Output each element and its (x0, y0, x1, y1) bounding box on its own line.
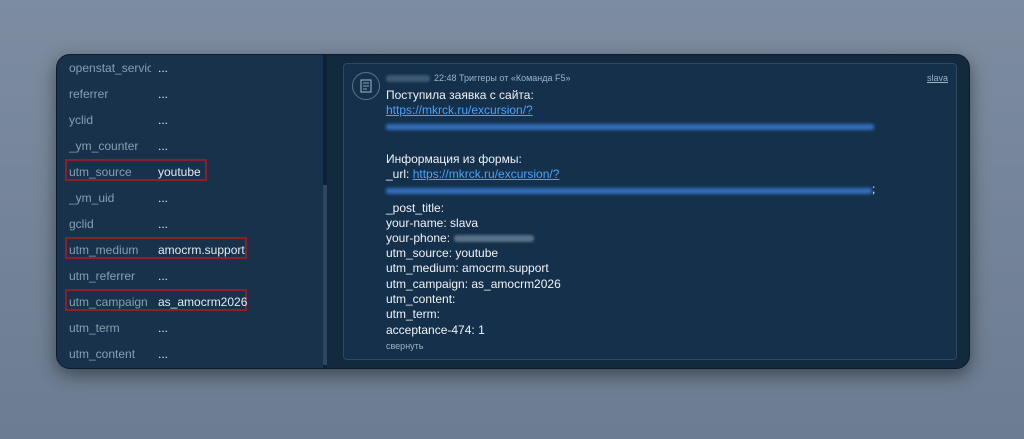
message-header: 22:48 Триггеры от «Команда F5» (434, 73, 571, 83)
field-value[interactable]: ... (158, 135, 168, 157)
message-card: 22:48 Триггеры от «Команда F5» slava Пос… (343, 63, 957, 360)
intro-line: Поступила заявка с сайта: (386, 88, 534, 102)
field-value[interactable]: ... (158, 213, 168, 235)
utm-medium-line: utm_medium: amocrm.support (386, 261, 549, 275)
field-name: utm_referrer (69, 269, 136, 283)
field-name: _ym_uid (69, 191, 115, 205)
field-row[interactable]: utm_referrer ... (69, 265, 319, 289)
field-name: gclid (69, 217, 94, 231)
lead-window: openstat_servic ... referrer ... yclid .… (56, 54, 970, 369)
collapse-link[interactable]: свернуть (386, 341, 423, 351)
message-meta: 22:48 Триггеры от «Команда F5» (386, 72, 571, 84)
field-row[interactable]: yclid ... (69, 109, 319, 133)
field-row[interactable]: _ym_counter ... (69, 135, 319, 159)
field-row-utm-medium[interactable]: utm_medium amocrm.support (65, 237, 319, 263)
field-row[interactable]: referrer ... (69, 83, 319, 107)
field-value[interactable]: ... (158, 265, 168, 287)
post-title-line: _post_title: (386, 201, 445, 215)
document-icon (352, 72, 380, 100)
redacted-phone (454, 235, 535, 243)
utm-campaign-line: utm_campaign: as_amocrm2026 (386, 277, 561, 291)
your-phone-label: your-phone: (386, 231, 451, 245)
field-value[interactable]: youtube (158, 161, 201, 183)
field-name: openstat_servic (69, 61, 151, 75)
url-label: _url: (386, 167, 413, 181)
field-name: _ym_counter (69, 139, 139, 153)
url-line: _url: https://mkrck.ru/excursion/? (386, 167, 559, 182)
redacted-date (386, 75, 430, 83)
field-row[interactable]: gclid ... (69, 213, 319, 237)
field-name: utm_source (69, 165, 132, 179)
field-value[interactable]: amocrm.support (158, 239, 245, 261)
lead-fields-panel: openstat_servic ... referrer ... yclid .… (57, 55, 323, 368)
field-row[interactable]: _ym_uid ... (69, 187, 319, 211)
field-row-utm-source[interactable]: utm_source youtube (65, 159, 319, 185)
form-heading: Информация из формы: (386, 152, 522, 166)
your-phone-line: your-phone: (386, 231, 535, 246)
field-value[interactable]: as_amocrm2026 (158, 291, 247, 313)
redacted-link (386, 124, 874, 130)
field-row[interactable]: utm_term ... (69, 317, 319, 341)
field-name: utm_term (69, 321, 120, 335)
author-link[interactable]: slava (927, 72, 948, 84)
field-row[interactable]: openstat_servic ... (69, 57, 319, 81)
field-name: utm_campaign (69, 295, 148, 309)
field-name: yclid (69, 113, 94, 127)
field-value[interactable]: ... (158, 109, 168, 131)
site-link[interactable]: https://mkrck.ru/excursion/? (386, 103, 533, 118)
utm-content-line: utm_content: (386, 292, 456, 306)
field-value[interactable]: ... (158, 343, 168, 365)
form-url-link[interactable]: https://mkrck.ru/excursion/? (413, 167, 560, 181)
field-row[interactable]: utm_content ... (69, 343, 319, 367)
your-name-line: your-name: slava (386, 216, 479, 230)
field-value[interactable]: ... (158, 187, 168, 209)
link-suffix: ; (872, 182, 876, 196)
feed-panel: 22:48 Триггеры от «Команда F5» slava Пос… (327, 55, 969, 368)
field-value[interactable]: ... (158, 83, 168, 105)
field-name: utm_content (69, 347, 136, 361)
redacted-link (386, 188, 872, 194)
field-name: referrer (69, 87, 109, 101)
field-name: utm_medium (69, 243, 139, 257)
field-value[interactable]: ... (158, 317, 168, 339)
field-value[interactable]: ... (158, 57, 168, 79)
field-row-utm-campaign[interactable]: utm_campaign as_amocrm2026 (65, 289, 319, 315)
utm-source-line: utm_source: youtube (386, 246, 499, 260)
acceptance-line: acceptance-474: 1 (386, 323, 485, 337)
utm-term-line: utm_term: (386, 307, 441, 321)
